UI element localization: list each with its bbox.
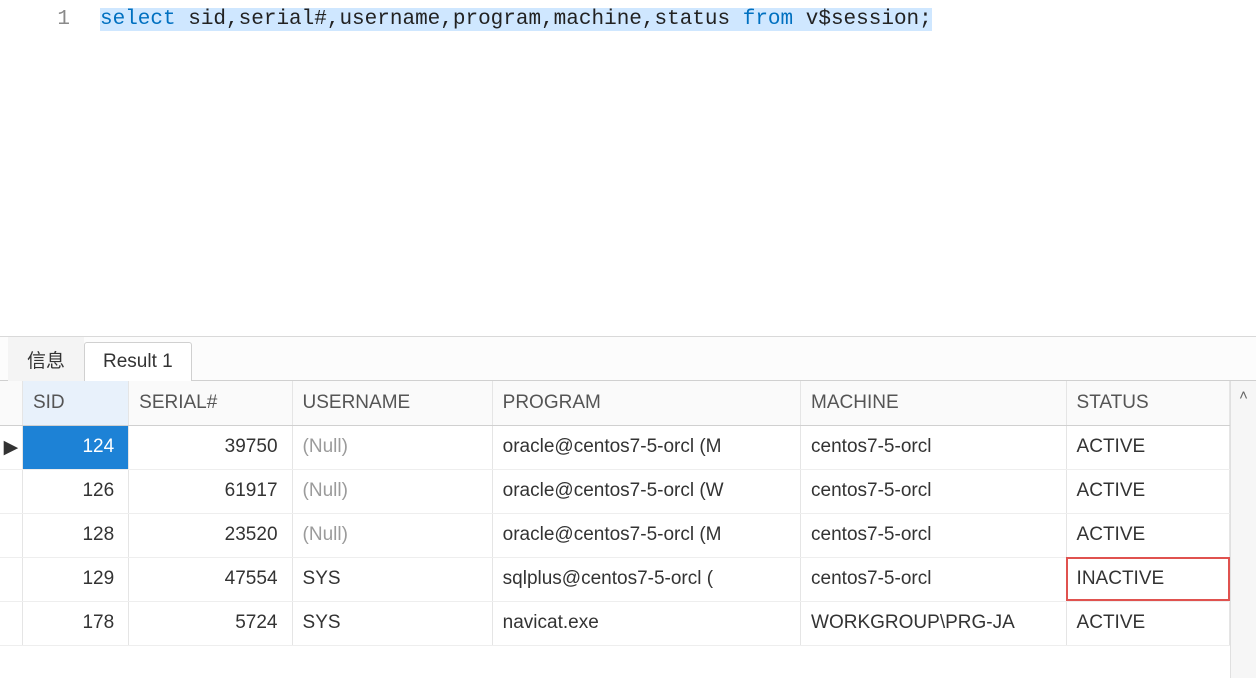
cell-program[interactable]: sqlplus@centos7-5-orcl ( [492,557,800,601]
cell-serialnum[interactable]: 5724 [129,601,292,645]
row-marker: ▶ [0,425,22,469]
cell-program[interactable]: oracle@centos7-5-orcl (W [492,469,800,513]
column-header-program[interactable]: PROGRAM [492,381,800,425]
cell-status[interactable]: ACTIVE [1066,601,1229,645]
table-row[interactable]: 12661917(Null)oracle@centos7-5-orcl (Wce… [0,469,1230,513]
row-marker [0,513,22,557]
column-header-serialnum[interactable]: SERIAL# [129,381,292,425]
column-header-sid[interactable]: SID [22,381,128,425]
cell-status[interactable]: INACTIVE [1066,557,1229,601]
scroll-up-icon[interactable]: ˄ [1239,387,1248,404]
sql-keyword: select [100,8,176,31]
line-gutter: 1 [0,0,100,336]
result-grid[interactable]: SIDSERIAL#USERNAMEPROGRAMMACHINESTATUS▶1… [0,381,1230,678]
table-row[interactable]: ▶12439750(Null)oracle@centos7-5-orcl (Mc… [0,425,1230,469]
table-row[interactable]: 1785724SYSnavicat.exeWORKGROUP\PRG-JAACT… [0,601,1230,645]
column-header-status[interactable]: STATUS [1066,381,1229,425]
cell-program[interactable]: oracle@centos7-5-orcl (M [492,513,800,557]
line-number: 1 [57,8,70,31]
sql-keyword: from [743,8,793,31]
cell-serialnum[interactable]: 47554 [129,557,292,601]
cell-username[interactable]: SYS [292,601,492,645]
column-header-machine[interactable]: MACHINE [801,381,1067,425]
cell-machine[interactable]: centos7-5-orcl [801,469,1067,513]
cell-status[interactable]: ACTIVE [1066,425,1229,469]
cell-sid[interactable]: 126 [22,469,128,513]
cell-machine[interactable]: centos7-5-orcl [801,557,1067,601]
cell-program[interactable]: oracle@centos7-5-orcl (M [492,425,800,469]
table-row[interactable]: 12947554SYSsqlplus@centos7-5-orcl (cento… [0,557,1230,601]
row-marker [0,469,22,513]
tab-result-1[interactable]: Result 1 [84,342,192,381]
sql-text: sid,serial#,username,program,machine,sta… [176,8,743,31]
result-tabs: 信息Result 1 [0,337,1256,381]
row-marker [0,557,22,601]
cell-sid[interactable]: 129 [22,557,128,601]
row-marker [0,601,22,645]
cell-machine[interactable]: centos7-5-orcl [801,425,1067,469]
cell-program[interactable]: navicat.exe [492,601,800,645]
sql-editor[interactable]: 1 select sid,serial#,username,program,ma… [0,0,1256,337]
cell-username[interactable]: (Null) [292,513,492,557]
result-table[interactable]: SIDSERIAL#USERNAMEPROGRAMMACHINESTATUS▶1… [0,381,1230,646]
cell-username[interactable]: (Null) [292,425,492,469]
cell-username[interactable]: SYS [292,557,492,601]
vertical-scrollbar[interactable]: ˄ [1230,381,1256,678]
cell-machine[interactable]: centos7-5-orcl [801,513,1067,557]
row-marker-header [0,381,22,425]
cell-username[interactable]: (Null) [292,469,492,513]
table-row[interactable]: 12823520(Null)oracle@centos7-5-orcl (Mce… [0,513,1230,557]
sql-text: v$session; [793,8,932,31]
cell-sid[interactable]: 124 [22,425,128,469]
tab-info[interactable]: 信息 [8,337,84,381]
cell-serialnum[interactable]: 39750 [129,425,292,469]
cell-machine[interactable]: WORKGROUP\PRG-JA [801,601,1067,645]
sql-code-area[interactable]: select sid,serial#,username,program,mach… [100,0,1256,336]
result-panel: SIDSERIAL#USERNAMEPROGRAMMACHINESTATUS▶1… [0,381,1256,678]
cell-status[interactable]: ACTIVE [1066,513,1229,557]
column-header-username[interactable]: USERNAME [292,381,492,425]
cell-serialnum[interactable]: 61917 [129,469,292,513]
cell-serialnum[interactable]: 23520 [129,513,292,557]
cell-sid[interactable]: 178 [22,601,128,645]
cell-sid[interactable]: 128 [22,513,128,557]
cell-status[interactable]: ACTIVE [1066,469,1229,513]
